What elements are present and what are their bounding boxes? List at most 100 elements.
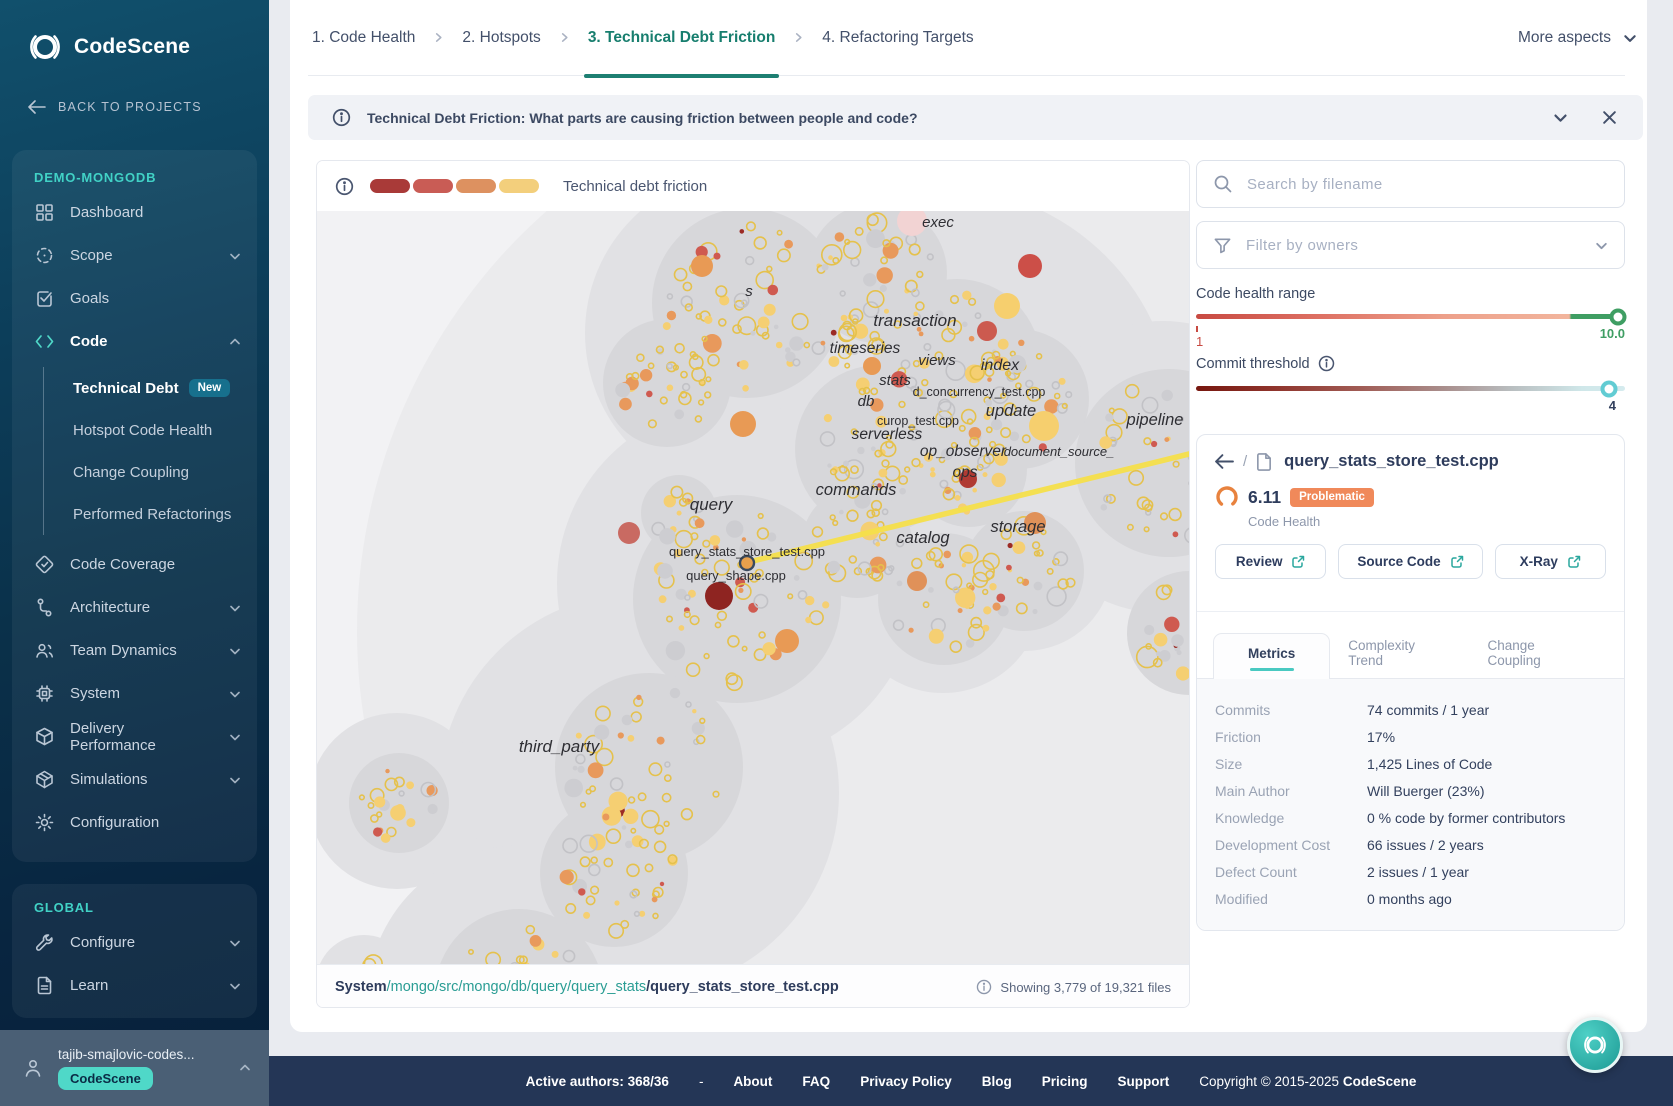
new-badge: New (189, 379, 231, 397)
svg-text:query: query (690, 495, 734, 514)
back-to-projects-link[interactable]: BACK TO PROJECTS (28, 100, 202, 114)
package-icon (34, 726, 55, 747)
svg-text:document_source_: document_source_ (1004, 444, 1115, 459)
tab-technical-debt-friction[interactable]: 3. Technical Debt Friction (584, 0, 779, 76)
file-detail-card: / query_stats_store_test.cpp 6.11 Proble… (1196, 434, 1625, 931)
detail-tabs: Metrics Complexity Trend Change Coupling (1197, 612, 1624, 679)
code-health-slider-handle[interactable] (1610, 308, 1627, 325)
table-row: Friction17% (1215, 723, 1606, 750)
circle-packing-chart[interactable]: execstransactiontimeseriesviewsindexstat… (317, 211, 1190, 964)
close-icon[interactable] (1602, 110, 1617, 125)
codescene-chat-icon (1580, 1030, 1610, 1060)
info-icon[interactable] (335, 177, 354, 196)
selected-file-path: System/mongo/src/mongo/db/query/query_st… (335, 979, 839, 995)
chip-icon (34, 683, 55, 704)
sidebar-item-delivery-performance[interactable]: Delivery Performance (12, 715, 257, 758)
sidebar-item-code[interactable]: Code (12, 320, 257, 363)
file-count-status: Showing 3,779 of 19,321 files (976, 979, 1171, 995)
source-code-button[interactable]: Source Code (1338, 544, 1482, 579)
tab-refactoring-targets[interactable]: 4. Refactoring Targets (818, 0, 977, 76)
review-button[interactable]: Review (1215, 544, 1326, 579)
tab-complexity-trend[interactable]: Complexity Trend (1330, 626, 1469, 679)
sidebar: CodeScene BACK TO PROJECTS DEMO-MONGODB … (0, 0, 269, 1106)
commit-threshold-handle[interactable] (1600, 380, 1617, 397)
org-badge: CodeScene (58, 1067, 153, 1090)
table-row: Defect Count2 issues / 1 year (1215, 858, 1606, 885)
right-panel: Filter by owners Code health range 1 10.… (1196, 160, 1625, 931)
friction-color-scale (370, 179, 539, 193)
sidebar-item-team-dynamics[interactable]: Team Dynamics (12, 629, 257, 672)
more-aspects-dropdown[interactable]: More aspects (1518, 0, 1637, 76)
info-icon[interactable] (1318, 355, 1335, 372)
chevron-right-icon (559, 32, 570, 43)
commit-threshold-value: 4 (1196, 398, 1625, 413)
xray-button[interactable]: X-Ray (1495, 544, 1606, 579)
svg-text:db: db (858, 393, 875, 410)
chevron-down-icon (229, 937, 241, 949)
back-arrow-icon (28, 100, 46, 114)
svg-text:query_shape.cpp: query_shape.cpp (686, 568, 786, 583)
search-box (1196, 160, 1625, 208)
svg-text:transaction: transaction (873, 311, 956, 330)
tab-change-coupling[interactable]: Change Coupling (1469, 626, 1608, 679)
sidebar-item-technical-debt[interactable]: Technical Debt New (44, 367, 257, 409)
commit-threshold-label: Commit threshold (1196, 355, 1625, 372)
table-row: Commits74 commits / 1 year (1215, 696, 1606, 723)
svg-text:ops: ops (953, 464, 978, 481)
external-link-icon (1450, 555, 1464, 569)
table-row: Size1,425 Lines of Code (1215, 750, 1606, 777)
footer-link-pricing[interactable]: Pricing (1042, 1074, 1088, 1089)
sidebar-item-scope[interactable]: Scope (12, 234, 257, 277)
coverage-icon (34, 554, 55, 575)
footer-link-faq[interactable]: FAQ (802, 1074, 830, 1089)
svg-text:pipeline: pipeline (1126, 411, 1184, 429)
sidebar-item-configure[interactable]: Configure (12, 921, 257, 964)
viz-status-bar: System/mongo/src/mongo/db/query/query_st… (317, 964, 1189, 1008)
friction-visualization-card: Technical debt friction execstransaction… (316, 160, 1190, 1008)
sidebar-item-hotspot-code-health[interactable]: Hotspot Code Health (44, 409, 257, 451)
sidebar-item-code-coverage[interactable]: Code Coverage (12, 543, 257, 586)
search-input[interactable] (1247, 176, 1608, 193)
global-nav-panel: GLOBAL Configure Learn (12, 884, 257, 1018)
chevron-right-icon (433, 32, 444, 43)
document-icon (34, 975, 55, 996)
external-link-icon (1291, 555, 1305, 569)
svg-text:d_concurrency_test.cpp: d_concurrency_test.cpp (913, 385, 1046, 399)
tab-metrics[interactable]: Metrics (1213, 633, 1330, 679)
footer-link-blog[interactable]: Blog (982, 1074, 1012, 1089)
table-row: Modified0 months ago (1215, 885, 1606, 912)
sidebar-item-simulations[interactable]: Simulations (12, 758, 257, 801)
chat-widget-button[interactable] (1567, 1017, 1623, 1073)
tab-hotspots[interactable]: 2. Hotspots (458, 0, 544, 76)
sidebar-item-goals[interactable]: Goals (12, 277, 257, 320)
svg-text:catalog: catalog (896, 529, 950, 547)
svg-text:third_party: third_party (519, 737, 601, 756)
footer-link-support[interactable]: Support (1118, 1074, 1170, 1089)
wrench-icon (34, 932, 55, 953)
sidebar-item-change-coupling[interactable]: Change Coupling (44, 451, 257, 493)
user-menu[interactable]: tajib-smajlovic-codes... CodeScene (0, 1030, 269, 1106)
brand[interactable]: CodeScene (26, 28, 190, 66)
footer-link-about[interactable]: About (733, 1074, 772, 1089)
codescene-logo-icon (26, 28, 64, 66)
sidebar-item-configuration[interactable]: Configuration (12, 801, 257, 844)
sidebar-item-architecture[interactable]: Architecture (12, 586, 257, 629)
sidebar-item-system[interactable]: System (12, 672, 257, 715)
svg-text:views: views (918, 352, 956, 369)
sidebar-item-learn[interactable]: Learn (12, 964, 257, 1007)
sidebar-item-dashboard[interactable]: Dashboard (12, 191, 257, 234)
collapse-chevron-icon[interactable] (1553, 110, 1568, 125)
goals-icon (34, 288, 55, 309)
footer-link-privacy[interactable]: Privacy Policy (860, 1074, 952, 1089)
commit-threshold-slider[interactable] (1196, 386, 1625, 391)
search-icon (1213, 174, 1233, 194)
sidebar-item-performed-refactorings[interactable]: Performed Refactorings (44, 493, 257, 535)
owner-filter-select[interactable]: Filter by owners (1196, 221, 1625, 269)
svg-text:update: update (986, 402, 1036, 420)
code-submenu: Technical Debt New Hotspot Code Health C… (43, 367, 257, 535)
code-health-range-slider[interactable] (1196, 314, 1625, 319)
table-row: Development Cost66 issues / 2 years (1215, 831, 1606, 858)
tab-code-health[interactable]: 1. Code Health (308, 0, 419, 76)
chevron-down-icon (1623, 31, 1637, 45)
back-arrow-icon[interactable] (1215, 454, 1234, 469)
